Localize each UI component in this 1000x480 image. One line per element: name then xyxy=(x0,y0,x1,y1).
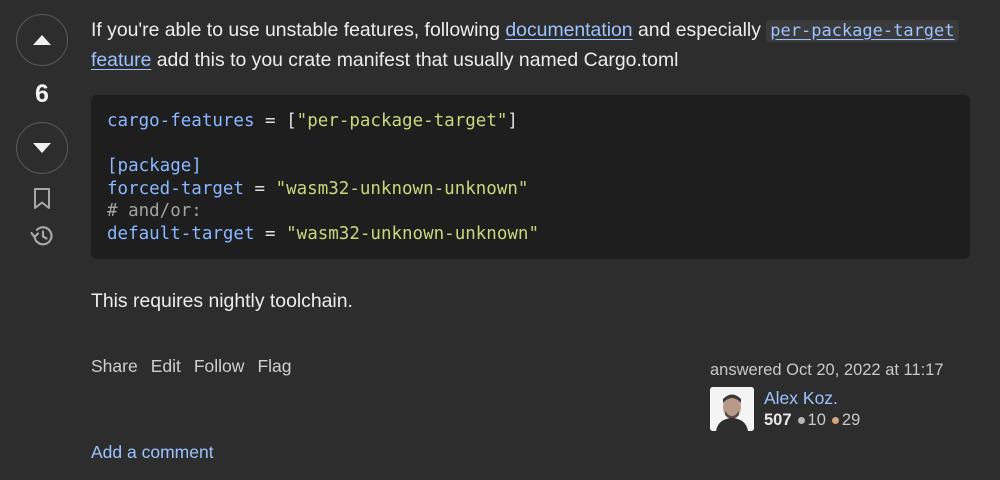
code-block: cargo-features = ["per-package-target"] … xyxy=(91,95,970,259)
link-label: feature xyxy=(91,49,152,71)
code-string: "per-package-target" xyxy=(296,111,508,131)
bronze-badge-count: 29 xyxy=(841,411,861,429)
upvote-button[interactable] xyxy=(16,14,68,66)
history-button[interactable] xyxy=(27,224,57,252)
flag-link[interactable]: Flag xyxy=(257,356,291,377)
text-segment: If you're able to use unstable features,… xyxy=(91,19,506,41)
bookmark-button[interactable] xyxy=(27,188,57,216)
bronze-badge-icon xyxy=(831,417,839,424)
edit-link[interactable]: Edit xyxy=(151,356,181,377)
code-operator: = xyxy=(243,178,276,199)
post-actions: Share Edit Follow Flag xyxy=(91,356,291,377)
code-operator: = xyxy=(254,223,287,244)
reputation-score: 507 xyxy=(764,411,792,429)
code-string: "wasm32-unknown-unknown" xyxy=(275,178,529,199)
bookmark-icon xyxy=(34,188,50,209)
vote-count: 6 xyxy=(35,80,49,108)
code-operator: = [ xyxy=(254,111,297,131)
code-key: cargo-features xyxy=(107,111,255,131)
vote-column: 6 xyxy=(14,14,70,252)
user-avatar-icon xyxy=(710,387,754,431)
history-icon xyxy=(30,226,53,246)
code-string: "wasm32-unknown-unknown" xyxy=(286,223,539,244)
code-section: [package] xyxy=(107,156,202,177)
code-operator: ] xyxy=(507,111,518,131)
documentation-link[interactable]: documentation xyxy=(505,19,632,41)
silver-badge-icon xyxy=(797,417,805,424)
post-paragraph-note: This requires nightly toolchain. xyxy=(91,289,353,312)
share-link[interactable]: Share xyxy=(91,356,138,377)
post-paragraph-intro: If you're able to use unstable features,… xyxy=(91,16,971,75)
user-stats: 507 10 29 xyxy=(764,411,860,430)
avatar[interactable] xyxy=(710,387,754,431)
user-info: Alex Koz. 507 10 29 xyxy=(764,387,860,431)
user-name-link[interactable]: Alex Koz. xyxy=(764,387,860,409)
follow-link[interactable]: Follow xyxy=(194,356,245,377)
user-card: answered Oct 20, 2022 at 11:17 Alex Koz.… xyxy=(710,361,970,431)
triangle-up-icon xyxy=(33,35,51,45)
user-row: Alex Koz. 507 10 29 xyxy=(710,387,970,431)
downvote-button[interactable] xyxy=(16,122,68,174)
post-body: If you're able to use unstable features,… xyxy=(91,16,971,316)
add-comment-link[interactable]: Add a comment xyxy=(91,442,214,463)
answered-timestamp: answered Oct 20, 2022 at 11:17 xyxy=(710,361,944,379)
text-segment: add this to you crate manifest that usua… xyxy=(151,49,679,71)
text-segment: and especially xyxy=(632,19,767,41)
inline-code: per-package-target xyxy=(766,20,959,42)
answer-post: 6 If you're able to use unstable feature… xyxy=(0,0,1000,480)
code-key: default-target xyxy=(107,223,255,244)
silver-badge-count: 10 xyxy=(807,411,826,429)
code-key: forced-target xyxy=(107,178,244,199)
code-comment: # and/or: xyxy=(107,201,202,222)
triangle-down-icon xyxy=(33,143,51,153)
